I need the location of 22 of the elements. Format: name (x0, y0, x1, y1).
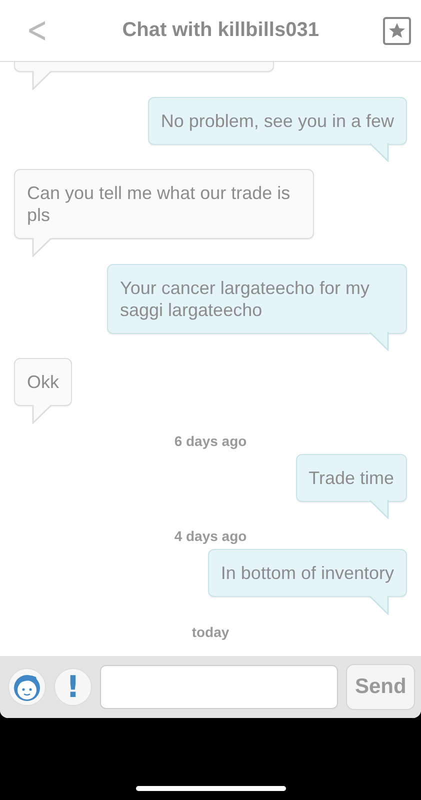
message-bubble: Can you tell me what our trade is pls (14, 169, 314, 239)
bubble-tail (369, 332, 389, 351)
message-bubble: In bottom of inventory (208, 549, 407, 597)
bubble-tail (32, 238, 52, 256)
bubble-tail (32, 70, 52, 90)
timestamp: 4 days ago (174, 527, 247, 544)
bubble-tail (32, 404, 52, 424)
bubble-tail (369, 500, 389, 519)
message-bubble: Your cancer largateecho for my saggi largateecho (107, 264, 407, 334)
report-button[interactable]: ! (54, 668, 92, 706)
back-button[interactable]: < (22, 12, 52, 48)
timestamp: 6 days ago (174, 432, 247, 448)
message-bubble: No problem, see you in a few (148, 96, 407, 144)
timestamp: today (192, 622, 230, 640)
message-bubble: Okk (14, 358, 72, 406)
message-input[interactable] (100, 665, 338, 709)
avatar-button[interactable] (8, 668, 46, 706)
chat-title: Chat with killbills031 (121, 19, 320, 42)
send-button[interactable]: Send (346, 664, 416, 710)
message-bubble: Trade time (296, 454, 407, 502)
bubble-tail (369, 143, 389, 162)
bubble-tail (369, 596, 389, 614)
